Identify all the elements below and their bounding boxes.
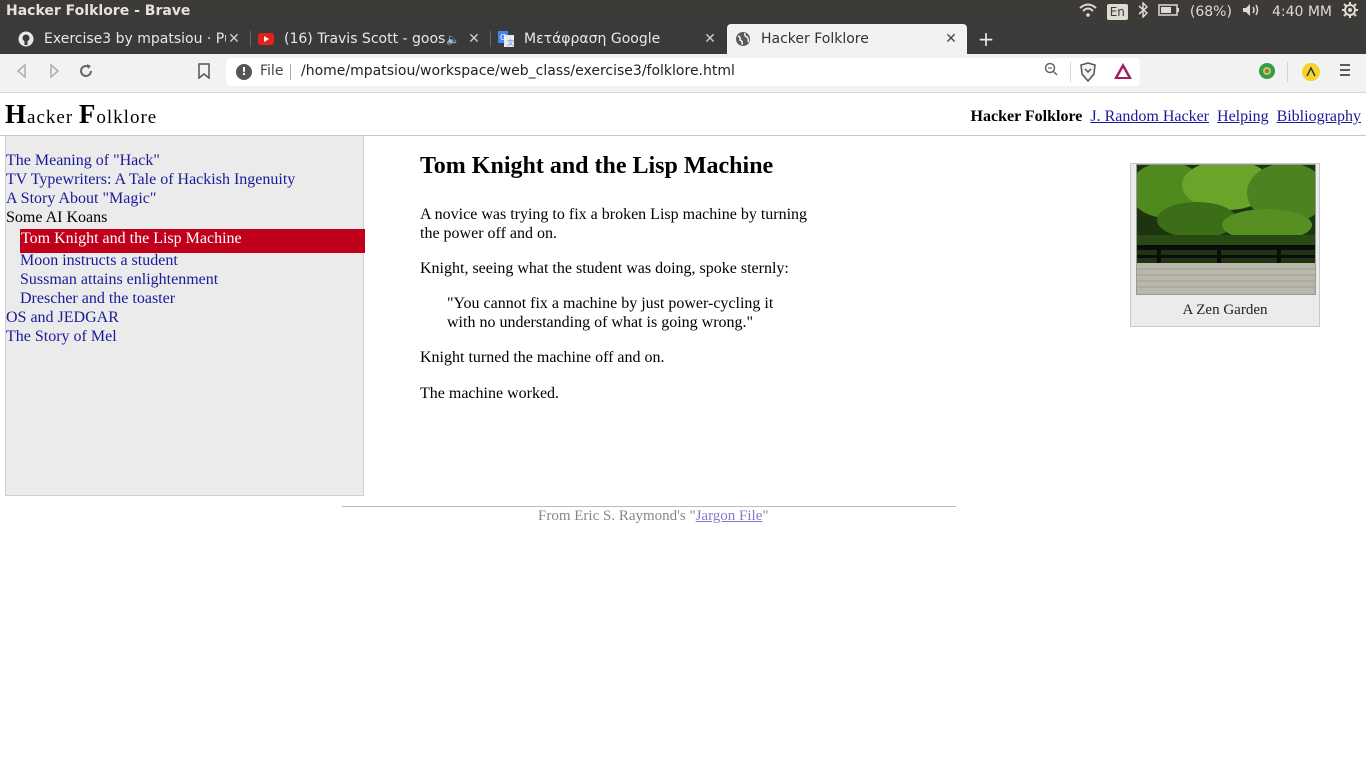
title-initial: H [5,99,28,129]
battery-percent: (68%) [1189,4,1232,20]
title-part: acker [27,107,79,128]
forward-icon[interactable] [44,63,64,83]
tab-title: Exercise3 by mpatsiou · Pu [44,31,226,47]
browser-toolbar: ! File /home/mpatsiou/workspace/web_clas… [0,54,1366,93]
svg-text:文: 文 [507,38,514,47]
close-tab-icon[interactable]: ✕ [702,31,718,47]
github-icon [18,31,34,47]
tab-strip: Exercise3 by mpatsiou · Pu ✕ (16) Travis… [0,24,1366,54]
keyboard-language[interactable]: En [1106,4,1128,20]
bluetooth-icon[interactable] [1138,1,1149,22]
brave-rewards-icon[interactable] [1113,62,1133,82]
sidebar: The Meaning of "Hack" TV Typewriters: A … [5,136,365,496]
url-scheme-label: File [260,63,284,79]
close-tab-icon[interactable]: ✕ [943,31,959,47]
google-translate-icon: G文 [498,31,514,47]
url-text[interactable]: /home/mpatsiou/workspace/web_class/exerc… [301,63,735,79]
back-icon[interactable] [12,63,32,83]
paragraph: Knight, seeing what the student was doin… [420,260,789,277]
paragraph-line: the power off and on. [420,225,557,242]
paragraph-line: A novice was trying to fix a broken Lisp… [420,206,808,223]
bookmark-icon[interactable] [194,63,214,83]
tab-github[interactable]: Exercise3 by mpatsiou · Pu ✕ [10,24,250,54]
tab-youtube[interactable]: (16) Travis Scott - goose 🔈 ✕ [250,24,490,54]
footer-suffix: " [762,508,769,524]
sidebar-item-os-and-jedgar[interactable]: OS and JEDGAR [6,309,119,327]
article-heading: Tom Knight and the Lisp Machine [420,153,774,179]
footer-divider [342,506,956,507]
sidebar-item-story-of-mel[interactable]: The Story of Mel [6,328,117,346]
url-divider [290,64,291,80]
paragraph: The machine worked. [420,385,560,402]
sidebar-item-some-ai-koans: Some AI Koans [6,209,108,226]
sidebar-item-moon-instructs[interactable]: Moon instructs a student [20,252,178,270]
sidebar-item-tv-typewriters[interactable]: TV Typewriters: A Tale of Hackish Ingenu… [6,171,295,189]
volume-icon[interactable] [1242,3,1262,21]
new-tab-button[interactable]: + [976,24,996,54]
quote-line: with no understanding of what is going w… [447,314,754,331]
clock[interactable]: 4:40 MM [1272,4,1332,20]
wifi-icon[interactable] [1079,3,1097,21]
web-page: Hacker Folklore Hacker Folklore J. Rando… [0,93,1366,768]
globe-icon [735,31,751,47]
menu-icon[interactable] [1335,62,1355,82]
sidebar-item-meaning-of-hack[interactable]: The Meaning of "Hack" [6,152,160,170]
title-initial: F [78,99,97,129]
tab-title: Μετάφραση Google [524,31,661,47]
close-tab-icon[interactable]: ✕ [226,31,242,47]
settings-gear-icon[interactable] [1342,2,1358,22]
nav-link-bibliography[interactable]: Bibliography [1277,108,1361,126]
os-indicators: En (68%) 4:40 MM [1079,0,1358,24]
tab-title: (16) Travis Scott - goose [284,31,447,47]
nav-current-page: Hacker Folklore [970,108,1083,125]
svg-text:G: G [500,33,506,42]
jargon-file-link[interactable]: Jargon File [696,508,763,524]
battery-icon[interactable] [1158,4,1180,20]
window-title: Hacker Folklore - Brave [6,3,191,19]
paragraph: Knight turned the machine off and on. [420,349,665,366]
quote-line: "You cannot fix a machine by just power-… [447,295,774,312]
address-bar[interactable]: ! File /home/mpatsiou/workspace/web_clas… [226,58,1140,86]
nav-link-j-random-hacker[interactable]: J. Random Hacker [1090,108,1209,126]
os-top-bar: Hacker Folklore - Brave En (68%) 4:40 MM [0,0,1366,24]
close-tab-icon[interactable]: ✕ [466,31,482,47]
toolbar-divider [1070,62,1071,82]
site-info-icon[interactable]: ! [236,64,252,80]
title-part: olklore [96,107,158,128]
site-title: Hacker Folklore [5,99,157,130]
reload-icon[interactable] [76,63,96,83]
toolbar-divider [1287,62,1288,82]
extension-chrome-icon[interactable] [1257,62,1277,82]
blockquote: "You cannot fix a machine by just power-… [447,294,807,332]
figure-caption: A Zen Garden [1182,302,1268,318]
figure: A Zen Garden [1130,163,1320,327]
sidebar-item-sussman[interactable]: Sussman attains enlightenment [20,271,218,289]
tab-title: Hacker Folklore [761,31,869,47]
youtube-icon [258,31,274,47]
paragraph: A novice was trying to fix a broken Lisp… [420,205,820,243]
tab-google-translate[interactable]: G文 Μετάφραση Google ✕ [490,24,726,54]
tab-hacker-folklore[interactable]: Hacker Folklore ✕ [727,24,967,54]
sidebar-item-drescher[interactable]: Drescher and the toaster [20,290,175,308]
zoom-icon[interactable] [1044,62,1058,80]
brave-shields-icon[interactable] [1078,62,1098,83]
nav-link-helping[interactable]: Helping [1217,108,1269,126]
top-navigation: Hacker Folklore J. Random Hacker Helping… [971,108,1361,126]
sidebar-item-story-about-magic[interactable]: A Story About "Magic" [6,190,156,208]
speaker-icon[interactable]: 🔈 [446,33,460,46]
sidebar-item-tom-knight-active[interactable]: Tom Knight and the Lisp Machine [20,229,365,253]
zen-garden-image [1136,164,1316,295]
footer-prefix: From Eric S. Raymond's " [538,508,696,524]
extension-avatar-icon[interactable] [1301,62,1321,82]
